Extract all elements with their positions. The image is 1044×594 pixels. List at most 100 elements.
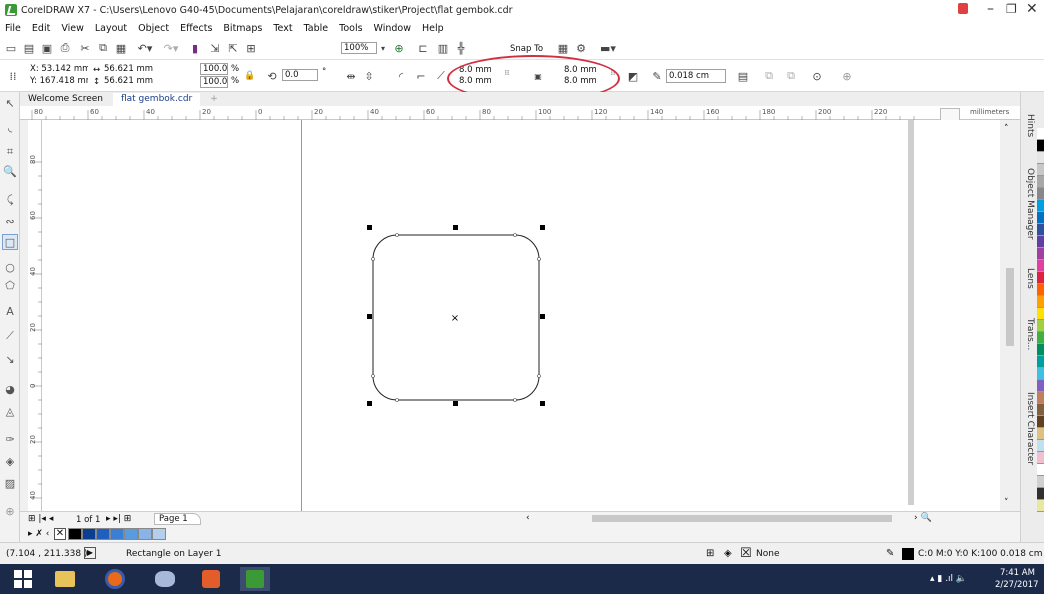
welcome-screen-icon[interactable]: ▬▾: [598, 40, 618, 56]
node-left-top[interactable]: [371, 257, 375, 261]
selection-handle-tl[interactable]: [367, 225, 372, 230]
docker-tab-object-manager[interactable]: Object Manager: [1025, 168, 1035, 240]
document-palette-swatch[interactable]: [82, 528, 96, 540]
document-palette-swatch[interactable]: [138, 528, 152, 540]
palette-swatch[interactable]: [1037, 320, 1044, 332]
print-icon[interactable]: ⎙: [58, 40, 72, 56]
palette-swatch[interactable]: [1037, 416, 1044, 428]
start-button[interactable]: [8, 567, 38, 591]
object-origin-icon[interactable]: ⁞⁞: [6, 68, 20, 84]
publish-pdf-icon[interactable]: ⊞: [244, 40, 258, 56]
node-left-bottom[interactable]: [371, 374, 375, 378]
palette-swatch[interactable]: [1037, 248, 1044, 260]
selection-handle-tr[interactable]: [540, 225, 545, 230]
palette-swatch[interactable]: [1037, 224, 1044, 236]
height-field[interactable]: 56.621 mm: [102, 76, 156, 88]
firefox-button[interactable]: [100, 567, 130, 591]
palette-swatch[interactable]: [1037, 140, 1044, 152]
center-marker-icon[interactable]: ×: [451, 313, 459, 324]
paint-app-button[interactable]: [150, 567, 180, 591]
palette-swatch[interactable]: [1037, 344, 1044, 356]
node-top-left[interactable]: [395, 233, 399, 237]
chamfered-corner-icon[interactable]: ⟋: [434, 68, 448, 84]
node-bottom-left[interactable]: [395, 398, 399, 402]
new-tab-icon[interactable]: +: [202, 93, 226, 106]
vertical-scrollbar[interactable]: ˄ ˅: [1000, 120, 1020, 515]
palette-swatch[interactable]: [1037, 296, 1044, 308]
rotation-angle-field[interactable]: 0.0: [282, 69, 318, 81]
tab-welcome-screen[interactable]: Welcome Screen: [20, 93, 111, 106]
show-grid-icon[interactable]: ▥: [436, 40, 450, 56]
save-icon[interactable]: ▣: [40, 40, 54, 56]
show-rulers-icon[interactable]: ⊏: [416, 40, 430, 56]
docker-tab-insert-character[interactable]: Insert Character: [1025, 392, 1035, 465]
document-palette-swatch[interactable]: [152, 528, 166, 540]
vertical-ruler[interactable]: 80 60 40 20 0 20 40: [28, 120, 42, 515]
palette-swatch[interactable]: [1037, 356, 1044, 368]
mirror-horizontal-icon[interactable]: ⇹: [344, 68, 358, 84]
status-play-icon[interactable]: ▶: [84, 547, 96, 559]
undo-icon[interactable]: ↶▾: [134, 40, 156, 56]
full-screen-preview-icon[interactable]: ⊕: [392, 40, 406, 56]
y-position-field[interactable]: Y: 167.418 mm: [28, 76, 88, 88]
snap-to-dropdown[interactable]: Snap To: [510, 44, 543, 54]
palette-swatch[interactable]: [1037, 488, 1044, 500]
options-icon[interactable]: ▦: [556, 40, 570, 56]
system-tray-icons[interactable]: ▴ ▮ .ıl 🔈: [930, 574, 967, 584]
menu-text[interactable]: Text: [273, 23, 292, 34]
palette-swatch[interactable]: [1037, 452, 1044, 464]
docker-tab-hints[interactable]: Hints: [1025, 114, 1035, 137]
node-right-top[interactable]: [537, 257, 541, 261]
palette-swatch[interactable]: [1037, 428, 1044, 440]
to-back-icon[interactable]: ⧉: [784, 68, 798, 84]
menu-layout[interactable]: Layout: [95, 23, 127, 34]
palette-swatch[interactable]: [1037, 272, 1044, 284]
paste-icon[interactable]: ▦: [114, 40, 128, 56]
smart-fill-icon[interactable]: ▨: [2, 476, 18, 492]
palette-swatch[interactable]: [1037, 188, 1044, 200]
convert-to-curves-icon[interactable]: ⊙: [810, 68, 824, 84]
menu-object[interactable]: Object: [138, 23, 169, 34]
new-document-icon[interactable]: ▭: [4, 40, 18, 56]
palette-swatch[interactable]: [1037, 476, 1044, 488]
selection-handle-bl[interactable]: [367, 401, 372, 406]
no-fill-swatch[interactable]: ✕: [54, 528, 66, 540]
parallel-dimension-icon[interactable]: ⟋: [2, 328, 18, 344]
palette-swatch[interactable]: [1037, 164, 1044, 176]
scale-x-field[interactable]: 100.0: [200, 63, 228, 75]
palette-swatch[interactable]: [1037, 200, 1044, 212]
vertical-scroll-thumb[interactable]: [1006, 268, 1014, 346]
file-explorer-button[interactable]: [50, 567, 80, 591]
palette-swatch[interactable]: [1037, 284, 1044, 296]
menu-help[interactable]: Help: [422, 23, 444, 34]
horizontal-scroll-thumb[interactable]: [592, 515, 892, 522]
polygon-tool-icon[interactable]: ⬠: [2, 278, 18, 294]
palette-swatch[interactable]: [1037, 332, 1044, 344]
crop-tool-icon[interactable]: ⌗: [2, 144, 18, 160]
search-content-icon[interactable]: ▮: [188, 40, 202, 56]
application-launcher-icon[interactable]: ⚙: [574, 40, 588, 56]
scale-y-field[interactable]: 100.0: [200, 76, 228, 88]
palette-swatch[interactable]: [1037, 152, 1044, 164]
palette-swatch[interactable]: [1037, 368, 1044, 380]
menu-table[interactable]: Table: [304, 23, 329, 34]
zoom-dropdown-icon[interactable]: ▾: [378, 40, 388, 56]
menu-file[interactable]: File: [5, 23, 21, 34]
outline-width-field[interactable]: 0.018 cm: [666, 69, 726, 83]
node-right-bottom[interactable]: [537, 374, 541, 378]
document-palette-swatch[interactable]: [124, 528, 138, 540]
h-scroll-left-icon[interactable]: ‹: [526, 513, 530, 523]
palette-swatch[interactable]: [1037, 500, 1044, 512]
tab-flat-gembok[interactable]: flat gembok.cdr: [112, 93, 201, 106]
palette-swatch[interactable]: [1037, 260, 1044, 272]
import-icon[interactable]: ⇲: [208, 40, 222, 56]
scalloped-corner-icon[interactable]: ⌐: [414, 68, 428, 84]
drop-shadow-icon[interactable]: ◕: [2, 382, 18, 398]
to-front-icon[interactable]: ⧉: [762, 68, 776, 84]
shape-tool-icon[interactable]: ◟: [2, 120, 18, 136]
menu-window[interactable]: Window: [374, 23, 411, 34]
selection-handle-mr[interactable]: [540, 314, 545, 319]
node-bottom-right[interactable]: [513, 398, 517, 402]
customize-toolbox-icon[interactable]: ⊕: [2, 504, 18, 520]
open-folder-icon[interactable]: ▤: [22, 40, 36, 56]
